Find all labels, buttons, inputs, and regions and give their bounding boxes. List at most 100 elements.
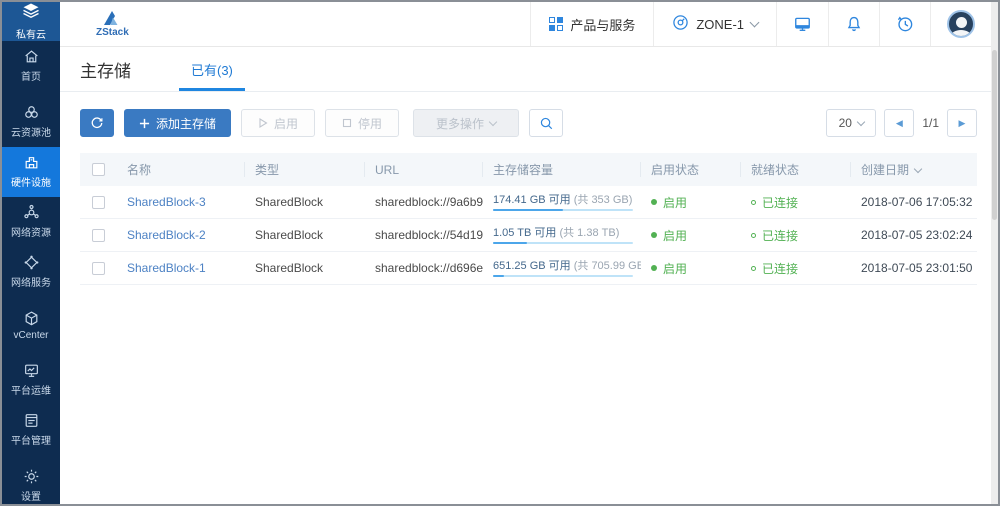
capacity-total: (共 705.99 GB)	[574, 260, 641, 272]
prev-page-button[interactable]: ◀	[884, 109, 914, 137]
chevron-down-icon	[857, 117, 865, 125]
sidebar-logo-label: 私有云	[16, 26, 46, 41]
sidebar-item-label: 网络服务	[11, 274, 51, 289]
col-capacity[interactable]: 主存储容量	[483, 162, 641, 177]
zone-selector[interactable]: ZONE-1	[653, 2, 776, 46]
storage-name-link[interactable]: SharedBlock-2	[127, 228, 206, 242]
connected-dot-icon	[751, 266, 756, 271]
zstack-logo-icon	[102, 10, 122, 26]
add-primary-storage-button[interactable]: 添加主存储	[124, 109, 231, 137]
cloud-pool-icon	[23, 104, 40, 121]
notifications-button[interactable]	[828, 2, 879, 46]
sidebar-item-network-service[interactable]: 网络服务	[2, 247, 60, 297]
sidebar-item-platform-mgmt[interactable]: 平台管理	[2, 405, 60, 455]
storage-url: sharedblock://9a6b940...	[365, 195, 483, 209]
ready-state: 已连接	[741, 194, 851, 211]
sidebar-logo[interactable]: 私有云	[2, 2, 60, 41]
sidebar: 私有云 首页 云资源池 硬件	[2, 2, 60, 504]
sidebar-item-settings[interactable]: 设置	[2, 461, 60, 504]
page-size-select[interactable]: 20	[826, 109, 876, 137]
app-window: 私有云 首页 云资源池 硬件	[0, 0, 1000, 506]
pagination: 20 ◀ 1/1 ▶	[826, 109, 977, 137]
storage-name-link[interactable]: SharedBlock-3	[127, 195, 206, 209]
col-type[interactable]: 类型	[245, 162, 365, 177]
capacity-available: 651.25 GB 可用	[493, 260, 571, 272]
more-actions-label: 更多操作	[436, 115, 484, 132]
row-checkbox[interactable]	[92, 262, 105, 275]
capacity-total: (共 353 GB)	[574, 194, 633, 206]
storage-type: SharedBlock	[245, 228, 365, 242]
capacity-bar-used	[493, 275, 504, 277]
zone-label: ZONE-1	[696, 17, 744, 32]
storage-url: sharedblock://54d198b...	[365, 228, 483, 242]
network-service-icon	[23, 254, 40, 271]
sort-chevron-icon	[914, 164, 922, 172]
capacity-available: 1.05 TB 可用	[493, 227, 556, 239]
chevron-down-icon	[489, 117, 497, 125]
sidebar-item-vcenter[interactable]: vCenter	[2, 303, 60, 349]
table-header-row: 名称 类型 URL 主存储容量 启用状态 就绪状态 创建日期	[80, 153, 977, 186]
sidebar-item-network-resource[interactable]: 网络资源	[2, 197, 60, 247]
search-button[interactable]	[529, 109, 563, 137]
sidebar-item-label: 设置	[21, 488, 41, 503]
zone-icon	[672, 14, 689, 34]
scrollbar-thumb[interactable]	[992, 50, 997, 220]
sidebar-item-label: 平台管理	[11, 432, 51, 447]
col-name[interactable]: 名称	[117, 162, 245, 177]
refresh-button[interactable]	[80, 109, 114, 137]
disable-button[interactable]: 停用	[325, 109, 399, 137]
tab-active-underline	[179, 88, 245, 91]
page-indicator: 1/1	[922, 116, 939, 130]
topbar-right: 产品与服务 ZONE-1	[530, 2, 991, 46]
col-url[interactable]: URL	[365, 162, 483, 177]
col-enable-state[interactable]: 启用状态	[641, 162, 741, 177]
products-services-menu[interactable]: 产品与服务	[530, 2, 653, 46]
col-created[interactable]: 创建日期	[851, 162, 977, 177]
col-ready-state[interactable]: 就绪状态	[741, 162, 851, 177]
sidebar-item-hardware[interactable]: 硬件设施	[2, 147, 60, 197]
operation-history-button[interactable]	[879, 2, 930, 46]
next-page-button[interactable]: ▶	[947, 109, 977, 137]
connected-dot-icon	[751, 233, 756, 238]
more-actions-button[interactable]: 更多操作	[413, 109, 519, 137]
content-area: ZStack 产品与服务 ZONE-1	[60, 2, 998, 504]
brand-name: ZStack	[96, 27, 129, 38]
sidebar-item-platform-ops[interactable]: 平台运维	[2, 355, 60, 405]
bell-icon	[845, 15, 863, 33]
user-menu[interactable]	[930, 2, 991, 46]
sidebar-item-label: 首页	[21, 68, 41, 83]
created-date: 2018-07-05 23:01:50	[851, 261, 977, 275]
page-size-value: 20	[839, 116, 852, 130]
enable-button-label: 启用	[274, 115, 298, 132]
ready-state: 已连接	[741, 227, 851, 244]
sidebar-item-home[interactable]: 首页	[2, 41, 60, 91]
capacity-available: 174.41 GB 可用	[493, 194, 571, 206]
sidebar-item-cloud-pool[interactable]: 云资源池	[2, 97, 60, 147]
table-row: SharedBlock-2 SharedBlock sharedblock://…	[80, 219, 977, 252]
vertical-scrollbar[interactable]	[991, 2, 998, 504]
row-checkbox[interactable]	[92, 229, 105, 242]
search-icon	[539, 116, 554, 131]
products-services-label: 产品与服务	[570, 15, 635, 34]
sidebar-item-label: 平台运维	[11, 382, 51, 397]
connected-dot-icon	[751, 200, 756, 205]
table-row: SharedBlock-3 SharedBlock sharedblock://…	[80, 186, 977, 219]
enabled-dot-icon	[651, 199, 657, 205]
storage-name-link[interactable]: SharedBlock-1	[127, 261, 206, 275]
plus-icon	[139, 118, 150, 129]
storage-url: sharedblock://d696e58...	[365, 261, 483, 275]
capacity-bar	[493, 275, 633, 277]
tab-existing[interactable]: 已有(3)	[187, 47, 237, 91]
capacity-bar-used	[493, 242, 527, 244]
capacity-bar-used	[493, 209, 563, 211]
select-all-checkbox[interactable]	[92, 163, 105, 176]
enable-button[interactable]: 启用	[241, 109, 315, 137]
table-body: SharedBlock-3 SharedBlock sharedblock://…	[80, 186, 977, 285]
console-button[interactable]	[776, 2, 828, 46]
created-date: 2018-07-06 17:05:32	[851, 195, 977, 209]
history-clock-icon	[896, 15, 914, 33]
page-header: 主存储 已有(3)	[60, 47, 991, 92]
storage-capacity: 174.41 GB 可用 (共 353 GB)	[483, 194, 641, 211]
enable-state: 启用	[641, 227, 741, 244]
row-checkbox[interactable]	[92, 196, 105, 209]
